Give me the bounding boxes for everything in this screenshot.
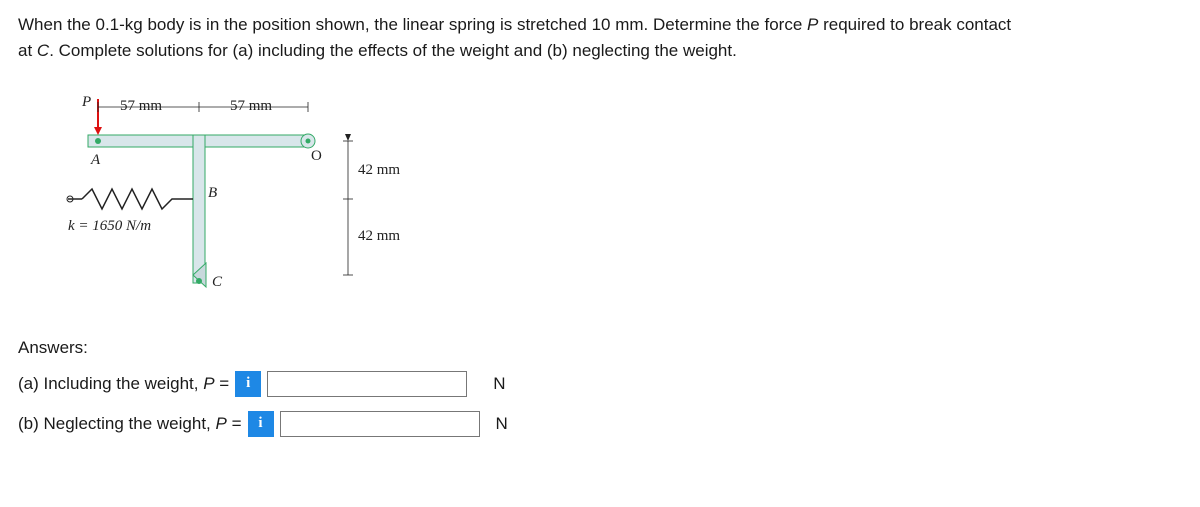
info-icon[interactable]: i [248, 411, 274, 437]
point-b-label: B [208, 182, 217, 205]
dim-bot-vertical: 42 mm [358, 225, 400, 248]
answer-b-input[interactable] [280, 411, 480, 437]
figure-svg [58, 85, 438, 305]
spring-constant: k = 1650 N/m [68, 215, 151, 238]
problem-point-c: C [37, 41, 49, 60]
unit-label: N [493, 371, 505, 397]
dim-left-label: 57 mm [120, 95, 162, 118]
unit-label: N [496, 411, 508, 437]
figure-diagram: P 57 mm 57 mm A O B C 42 mm 42 mm k = 16… [58, 85, 438, 305]
answers-heading: Answers: [18, 335, 1182, 361]
problem-statement: When the 0.1-kg body is in the position … [18, 12, 1182, 63]
answer-b-label: (b) Neglecting the weight, P = [18, 411, 242, 437]
problem-line1b: required to break contact [818, 15, 1011, 34]
answer-row-a: (a) Including the weight, P = i N [18, 371, 1182, 397]
dim-top-vertical: 42 mm [358, 159, 400, 182]
answer-a-input[interactable] [267, 371, 467, 397]
answer-a-label: (a) Including the weight, P = [18, 371, 229, 397]
force-p-label: P [82, 91, 91, 114]
answers-section: Answers: (a) Including the weight, P = i… [18, 335, 1182, 437]
dim-right-label: 57 mm [230, 95, 272, 118]
problem-line2a: at [18, 41, 37, 60]
point-a-label: A [91, 149, 100, 172]
point-o-label: O [311, 145, 322, 168]
problem-force-symbol: P [807, 15, 818, 34]
point-c-label: C [212, 271, 222, 294]
info-icon[interactable]: i [235, 371, 261, 397]
problem-line2b: . Complete solutions for (a) including t… [49, 41, 737, 60]
problem-line1a: When the 0.1-kg body is in the position … [18, 15, 807, 34]
answer-row-b: (b) Neglecting the weight, P = i N [18, 411, 1182, 437]
